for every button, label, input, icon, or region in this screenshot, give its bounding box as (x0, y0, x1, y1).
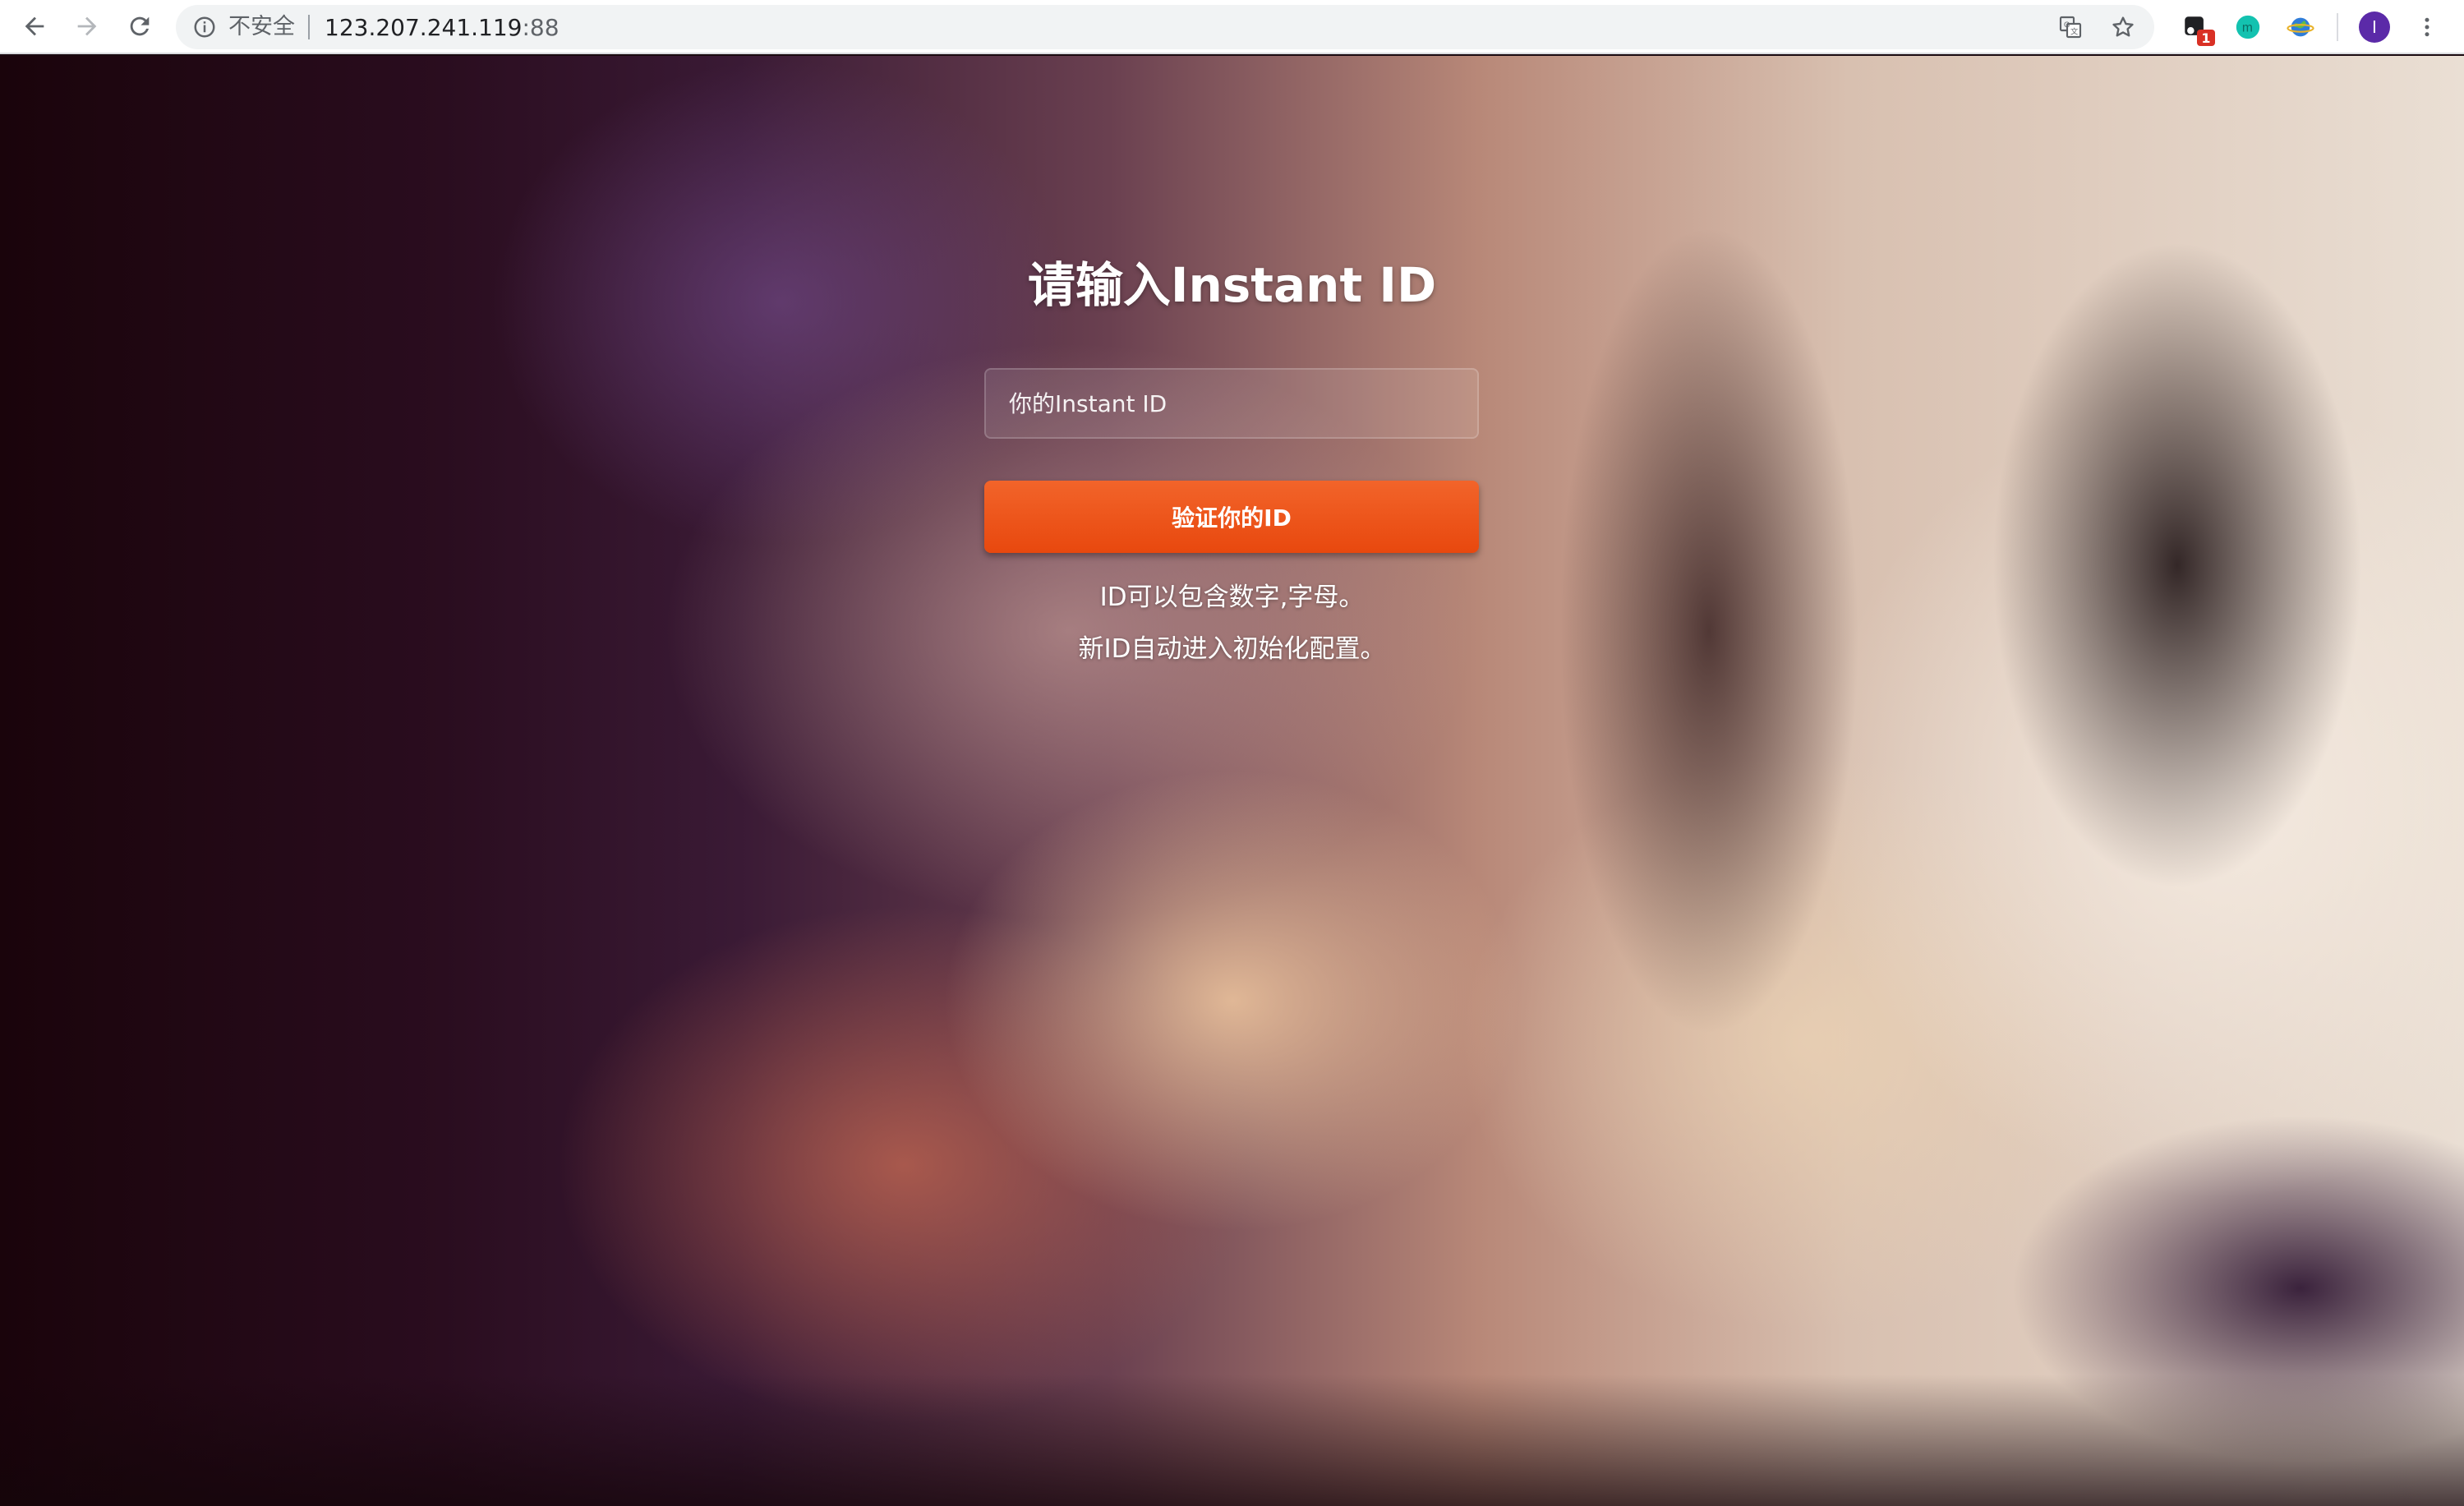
translate-icon[interactable]: G 文 (2057, 14, 2084, 40)
avatar: I (2359, 12, 2390, 43)
toolbar-separator (2337, 13, 2338, 41)
reload-button[interactable] (118, 5, 161, 48)
hint-text-2: 新ID自动进入初始化配置。 (1078, 634, 1386, 664)
extension-button-2[interactable]: m (2222, 0, 2274, 54)
forward-icon (77, 16, 97, 36)
url-text: 123.207.241.119:88 (325, 14, 560, 41)
instant-id-input[interactable] (984, 368, 1479, 439)
verify-id-button[interactable]: 验证你的ID (984, 481, 1479, 553)
address-bar[interactable]: 不安全 123.207.241.119:88 G 文 (176, 5, 2154, 49)
browser-toolbar: 不安全 123.207.241.119:88 G 文 1 m I (0, 0, 2464, 54)
back-icon (25, 16, 44, 36)
extension-badge: 1 (2197, 30, 2215, 46)
extension-globe-icon (2287, 17, 2314, 37)
page-title: 请输入Instant ID (1027, 257, 1437, 313)
extension-button-1[interactable]: 1 (2169, 0, 2222, 54)
forward-button[interactable] (66, 5, 108, 48)
extension-m-icon: m (2236, 15, 2260, 39)
info-icon[interactable] (192, 15, 217, 39)
profile-button[interactable]: I (2348, 0, 2401, 54)
star-icon[interactable] (2110, 14, 2136, 40)
svg-text:m: m (2242, 21, 2253, 35)
url-port: :88 (522, 13, 560, 41)
reload-icon (130, 16, 150, 36)
back-button[interactable] (13, 5, 56, 48)
svg-text:G: G (2064, 21, 2070, 29)
security-label: 不安全 (228, 15, 310, 39)
hint-text-1: ID可以包含数字,字母。 (1099, 583, 1365, 612)
extension-button-3[interactable] (2274, 0, 2327, 54)
url-host: 123.207.241.119 (325, 13, 523, 41)
svg-text:文: 文 (2070, 27, 2078, 36)
page-background: 请输入Instant ID 验证你的ID ID可以包含数字,字母。 新ID自动进… (0, 56, 2464, 1506)
extensions-area: 1 m I (2169, 0, 2453, 54)
menu-button[interactable] (2401, 0, 2453, 54)
menu-icon (2425, 17, 2429, 37)
